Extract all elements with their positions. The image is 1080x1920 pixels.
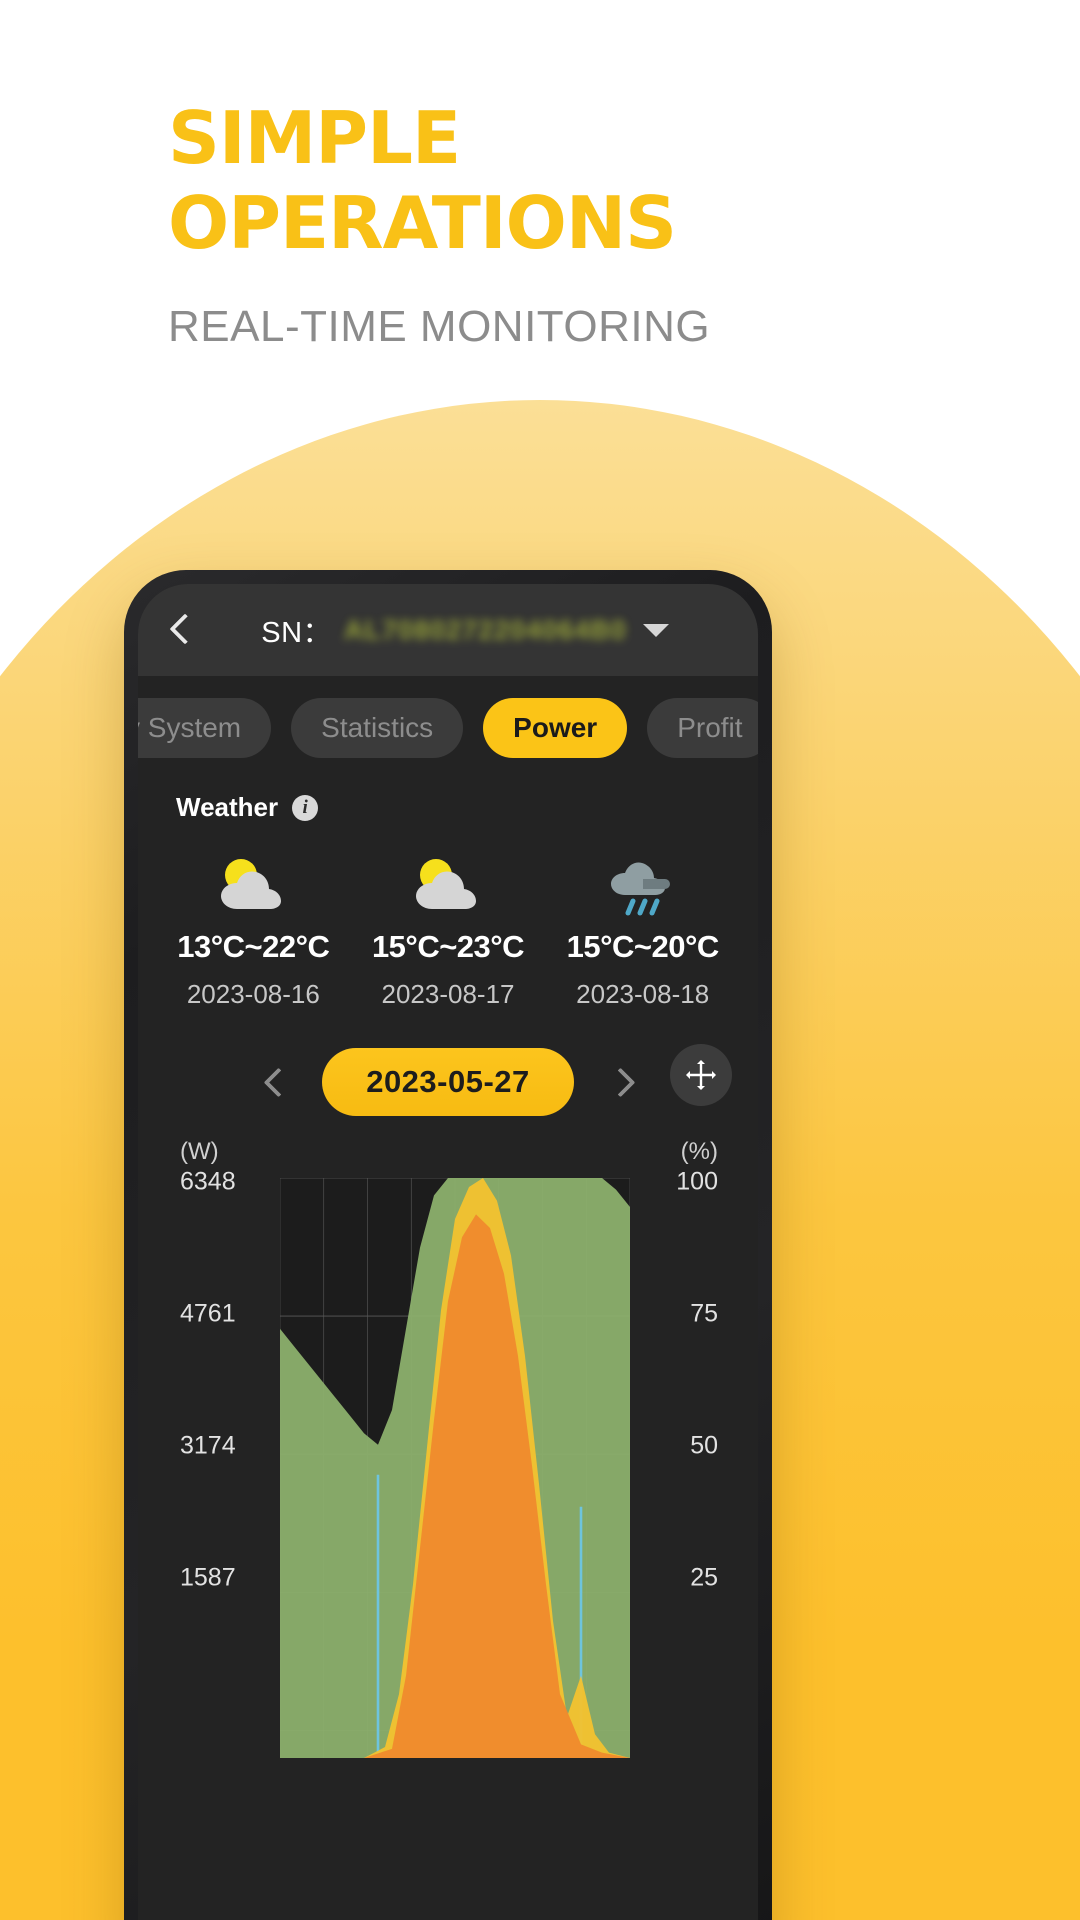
y-tick-right: 50 (690, 1431, 718, 1460)
power-chart: (W) (%) 6348 4761 3174 1587 100 75 50 25 (138, 1128, 758, 1758)
weather-card: 15°C~23°C 2023-08-17 (351, 845, 546, 1010)
y-tick-left: 4761 (180, 1299, 236, 1328)
chart-units: (W) (%) (138, 1132, 758, 1166)
chart-plot-area[interactable]: 6348 4761 3174 1587 100 75 50 25 (138, 1168, 758, 1758)
chart-canvas[interactable] (280, 1178, 630, 1758)
promo-headline-block: SIMPLE OPERATIONS REAL-TIME MONITORING (168, 96, 988, 352)
date-navigation: 2023-05-27 (138, 1018, 758, 1128)
weather-temp: 15°C~23°C (371, 929, 525, 964)
tab-statistics[interactable]: Statistics (291, 698, 464, 758)
sun-behind-cloud-icon (156, 845, 351, 919)
y-tick-right: 75 (690, 1299, 718, 1328)
chevron-left-icon[interactable] (164, 613, 198, 647)
phone-mockup: SN： AL7080272204064B0 y System Statistic… (124, 570, 772, 1920)
y-tick-left: 1587 (180, 1563, 236, 1592)
chart-ylabel-left: (W) (180, 1138, 219, 1165)
page-title: SIMPLE OPERATIONS (168, 96, 988, 266)
chevron-right-icon[interactable] (608, 1069, 634, 1095)
sn-value: AL7080272204064B0 (344, 614, 627, 645)
headline-line-2: OPERATIONS (168, 180, 677, 265)
sun-behind-cloud-icon (351, 845, 546, 919)
cloud-rain-wind-icon (545, 845, 740, 919)
tab-my-system[interactable]: y System (138, 698, 272, 758)
weather-temp: 15°C~20°C (566, 929, 720, 964)
y-tick-right: 100 (676, 1167, 718, 1196)
headline-line-1: SIMPLE (168, 96, 461, 180)
chart-series-svg (280, 1178, 630, 1758)
weather-date: 2023-08-17 (381, 979, 515, 1009)
move-fullscreen-icon[interactable] (670, 1044, 732, 1106)
caret-down-icon[interactable] (642, 623, 669, 637)
sn-display[interactable]: SN： AL7080272204064B0 (198, 609, 732, 651)
sn-label: SN： (261, 617, 333, 649)
info-icon[interactable]: i (292, 794, 319, 821)
weather-card: 13°C~22°C 2023-08-16 (156, 845, 351, 1010)
weather-card: 15°C~20°C 2023-08-18 (545, 845, 740, 1010)
weather-date: 2023-08-16 (186, 979, 320, 1009)
weather-label: Weather (176, 792, 279, 822)
promo-subtitle: REAL-TIME MONITORING (168, 301, 711, 351)
app-header: SN： AL7080272204064B0 (138, 584, 758, 676)
y-tick-left: 6348 (180, 1167, 236, 1196)
weather-section-header: Weather i (138, 776, 758, 823)
weather-forecast-row: 13°C~22°C 2023-08-16 15°C~23°C 2023-08-1… (138, 823, 758, 1018)
y-tick-right: 25 (690, 1563, 718, 1592)
chart-ylabel-right: (%) (680, 1138, 718, 1165)
tab-bar: y System Statistics Power Profit (138, 676, 758, 776)
promo-screenshot: SIMPLE OPERATIONS REAL-TIME MONITORING S… (0, 0, 1080, 1920)
chevron-left-icon[interactable] (262, 1069, 288, 1095)
y-tick-left: 3174 (180, 1431, 236, 1460)
phone-screen: SN： AL7080272204064B0 y System Statistic… (138, 584, 758, 1920)
weather-temp: 13°C~22°C (177, 929, 330, 964)
weather-date: 2023-08-18 (576, 979, 710, 1009)
tab-profit[interactable]: Profit (647, 698, 758, 758)
tab-power[interactable]: Power (483, 698, 628, 758)
selected-date-pill[interactable]: 2023-05-27 (322, 1048, 574, 1116)
